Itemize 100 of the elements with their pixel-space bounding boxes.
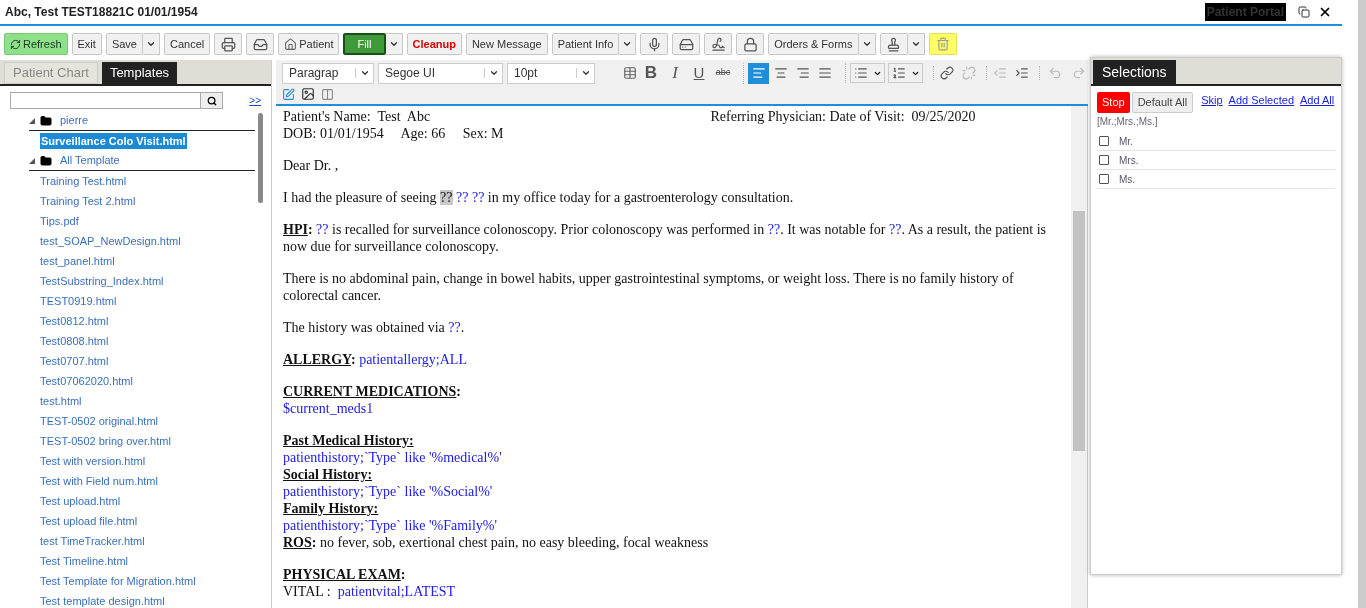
- dropdown-button[interactable]: [858, 33, 876, 55]
- link-icon[interactable]: [940, 66, 954, 80]
- checkbox[interactable]: [1099, 136, 1109, 146]
- refresh-icon: [10, 38, 21, 50]
- search-field[interactable]: [10, 92, 223, 109]
- template-item[interactable]: test.html: [40, 392, 82, 410]
- dropdown-button[interactable]: [619, 33, 637, 55]
- toolbar-button[interactable]: [672, 33, 701, 55]
- expand-link[interactable]: >>: [249, 93, 261, 108]
- expander-icon[interactable]: [29, 157, 35, 164]
- template-item[interactable]: Test upload file.html: [40, 512, 138, 530]
- option-label[interactable]: Mr.: [1119, 133, 1133, 149]
- stamp-icon: [886, 36, 901, 52]
- toolbar-button[interactable]: [640, 33, 669, 55]
- default-all-button[interactable]: Default All: [1131, 92, 1194, 113]
- panel-tab[interactable]: Templates: [101, 62, 178, 84]
- checkbox[interactable]: [1099, 174, 1109, 184]
- option-label[interactable]: Ms.: [1119, 171, 1136, 187]
- template-item[interactable]: Test with Field num.html: [40, 472, 158, 490]
- numbered-list-icon: [892, 66, 906, 80]
- edit-icon[interactable]: [282, 87, 295, 101]
- toolbar-button[interactable]: Fill: [343, 33, 386, 55]
- document-line: Referring Physician: Date of Visit: 09/25/2020: [710, 108, 976, 126]
- toolbar-button[interactable]: Patient Info: [551, 33, 620, 55]
- template-item[interactable]: Test template design.html: [40, 592, 165, 608]
- indent-icon[interactable]: [1015, 66, 1029, 80]
- format-button[interactable]: abc: [713, 66, 733, 80]
- template-item[interactable]: TEST0919.html: [40, 292, 117, 310]
- template-item[interactable]: test_SOAP_NewDesign.html: [40, 232, 181, 250]
- toolbar-button[interactable]: [704, 33, 733, 55]
- column-icon[interactable]: [321, 87, 334, 101]
- toolbar-button[interactable]: [736, 33, 765, 55]
- toolbar-button[interactable]: Orders & Forms: [768, 33, 859, 55]
- document-line: patienthistory;`Type` like '%medical%': [283, 449, 503, 466]
- block-format-select[interactable]: Paragrap: [282, 62, 374, 84]
- template-item[interactable]: TEST-0502 original.html: [40, 412, 158, 430]
- template-item[interactable]: Test0812.html: [40, 312, 109, 330]
- template-item[interactable]: Tips.pdf: [40, 212, 79, 230]
- folder-label[interactable]: All Template: [60, 152, 120, 169]
- dropdown-button[interactable]: [385, 33, 403, 55]
- caret-icon: [580, 68, 591, 78]
- template-item[interactable]: TestSubstring_Index.html: [40, 272, 164, 290]
- folder-icon: [40, 114, 52, 127]
- template-item[interactable]: Test07062020.html: [40, 372, 133, 390]
- checkbox[interactable]: [1099, 155, 1109, 165]
- panel-tab[interactable]: Selections: [1093, 60, 1176, 84]
- template-item[interactable]: Test Timeline.html: [40, 552, 129, 570]
- font-select[interactable]: Segoe UI: [378, 62, 503, 84]
- toolbar-button[interactable]: Cancel: [163, 33, 211, 55]
- action-link[interactable]: Add Selected: [1228, 92, 1294, 109]
- template-item[interactable]: Surveillance Colo Visit.html: [40, 132, 187, 150]
- trash-icon: [935, 37, 950, 51]
- stop-button[interactable]: Stop: [1097, 92, 1130, 113]
- toolbar-button[interactable]: Cleanup: [406, 33, 462, 55]
- table-icon[interactable]: [623, 66, 637, 80]
- template-item[interactable]: Test Template for Migration.html: [40, 572, 196, 590]
- template-item[interactable]: test TimeTracker.html: [40, 532, 145, 550]
- toolbar-button[interactable]: [246, 33, 275, 55]
- toolbar-button[interactable]: Refresh: [4, 33, 68, 55]
- scrollbar[interactable]: [258, 113, 263, 203]
- toolbar-button[interactable]: Save: [105, 33, 143, 55]
- template-item[interactable]: TEST-0502 bring over.html: [40, 432, 171, 450]
- template-item[interactable]: Test with version.html: [40, 452, 146, 470]
- action-link[interactable]: Skip: [1201, 92, 1223, 109]
- panel-tab[interactable]: Patient Chart: [4, 62, 98, 84]
- restore-icon[interactable]: [1298, 6, 1310, 18]
- font-size-select[interactable]: 10pt: [507, 62, 595, 84]
- template-item[interactable]: Test0707.html: [40, 352, 109, 370]
- toolbar-button[interactable]: New Message: [465, 33, 548, 55]
- window-title: Abc, Test TEST18821C 01/01/1954: [5, 4, 198, 21]
- option-label[interactable]: Mrs.: [1119, 152, 1139, 168]
- scrollbar[interactable]: [1073, 211, 1085, 451]
- close-icon[interactable]: [1318, 5, 1332, 19]
- template-item[interactable]: test_panel.html: [40, 252, 115, 270]
- dropdown-button[interactable]: [907, 33, 925, 55]
- toolbar-button[interactable]: [214, 33, 243, 55]
- action-link[interactable]: Add All: [1300, 92, 1335, 109]
- template-item[interactable]: Test0808.html: [40, 332, 109, 350]
- image-icon[interactable]: [301, 87, 315, 101]
- align-button[interactable]: [748, 62, 769, 84]
- toolbar-button[interactable]: [879, 33, 908, 55]
- bullet-list-button[interactable]: [850, 63, 885, 83]
- lock-icon: [742, 36, 758, 52]
- page-scrollbar[interactable]: [1358, 0, 1366, 608]
- template-item[interactable]: Test upload.html: [40, 492, 121, 510]
- format-button[interactable]: B: [641, 60, 661, 86]
- folder-label[interactable]: pierre: [60, 112, 89, 129]
- numbered-list-button[interactable]: [888, 63, 923, 83]
- caret-icon: [622, 39, 633, 49]
- format-button[interactable]: U: [689, 61, 709, 85]
- caret-icon: [910, 39, 921, 49]
- document-line: PHYSICAL EXAM:: [283, 566, 407, 583]
- expander-icon[interactable]: [29, 117, 35, 124]
- document-line: Family History:: [283, 500, 380, 517]
- toolbar-button[interactable]: Patient: [278, 33, 340, 55]
- format-button[interactable]: I: [665, 60, 685, 86]
- template-item[interactable]: Training Test 2.html: [40, 192, 136, 210]
- toolbar-button[interactable]: Exit: [71, 33, 102, 55]
- dropdown-button[interactable]: [142, 33, 160, 55]
- template-item[interactable]: Training Test.html: [40, 172, 127, 190]
